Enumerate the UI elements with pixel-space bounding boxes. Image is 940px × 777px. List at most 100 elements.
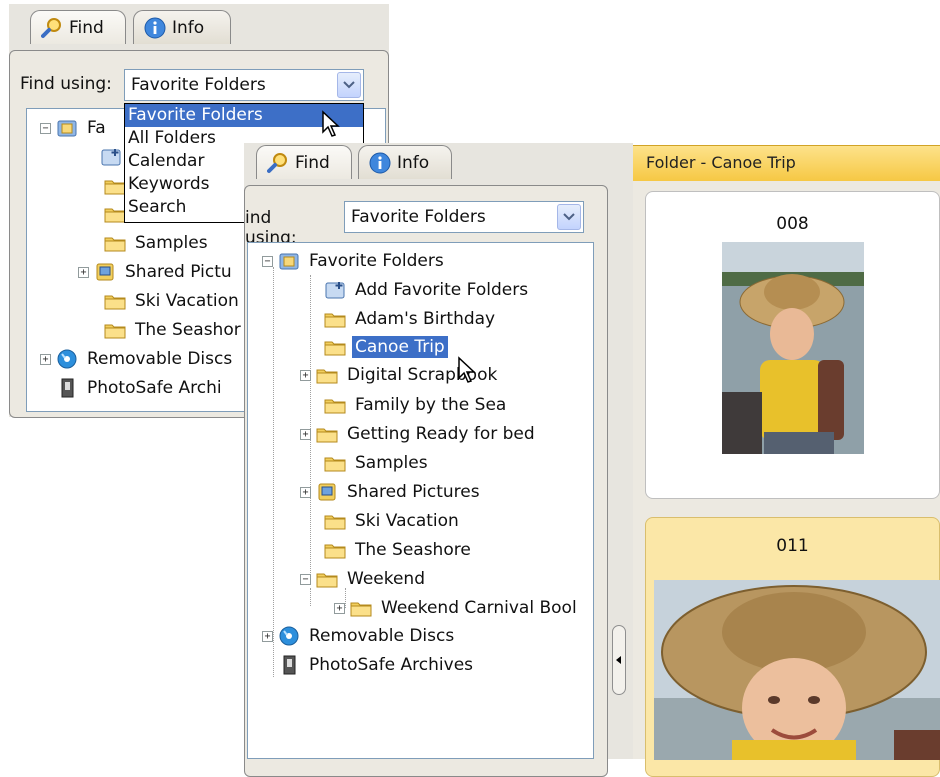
mouse-cursor-icon: [322, 110, 340, 137]
add-favorite-folders-icon: [324, 280, 346, 300]
tree-shared-pictures-label: Shared Pictures: [347, 482, 480, 502]
tree-favorite-folders-label: Favorite Folders: [309, 251, 444, 271]
folder-icon: [324, 395, 346, 415]
tree-item-family-by-the-sea[interactable]: Family by the Sea: [324, 392, 509, 418]
tree-item-add-favorite-folders[interactable]: Add Favorite Folders: [324, 277, 531, 303]
back-find-using-value: Favorite Folders: [131, 75, 266, 95]
back-tree-item-shared[interactable]: + Shared Pictu: [78, 259, 235, 285]
shared-pictures-icon: [94, 262, 116, 282]
collapse-icon[interactable]: −: [300, 573, 311, 585]
folder-icon: [324, 337, 346, 357]
folder-icon: [104, 233, 126, 253]
back-tree-ski-label: Ski Vacation: [135, 291, 239, 311]
expand-icon[interactable]: +: [300, 486, 311, 498]
photo-card[interactable]: 008: [645, 191, 940, 499]
tree-removable-discs-label: Removable Discs: [309, 626, 455, 646]
tree-item-removable-discs[interactable]: + Removable Discs: [262, 623, 457, 649]
folder-icon: [324, 540, 346, 560]
tree-getting-ready-label: Getting Ready for bed: [347, 424, 535, 444]
add-favorite-folders-icon: [100, 147, 122, 167]
tree-photosafe-label: PhotoSafe Archives: [309, 655, 474, 675]
photosafe-icon: [56, 378, 78, 398]
back-tab-info-label: Info: [172, 17, 205, 38]
tree-weekend-label: Weekend: [347, 569, 425, 589]
collapse-icon[interactable]: −: [40, 122, 51, 134]
photo-thumbnail: [722, 242, 864, 454]
back-tab-find-label: Find: [69, 17, 104, 38]
front-find-using-combo[interactable]: Favorite Folders: [344, 201, 584, 233]
tree-ski-vacation-label: Ski Vacation: [355, 511, 459, 531]
back-tree-item-ski[interactable]: Ski Vacation: [104, 288, 242, 314]
tree-samples-label: Samples: [355, 453, 428, 473]
tree-adams-birthday-label: Adam's Birthday: [355, 309, 496, 329]
folder-icon: [316, 569, 338, 589]
mouse-cursor-icon: [458, 356, 476, 383]
magnifier-icon: [267, 152, 289, 174]
folder-icon: [324, 453, 346, 473]
tree-item-weekend-carnival[interactable]: + Weekend Carnival Bool: [334, 595, 580, 621]
shared-pictures-icon: [316, 482, 338, 502]
tree-item-getting-ready[interactable]: + Getting Ready for bed: [300, 421, 538, 447]
tree-seashore-label: The Seashore: [355, 540, 471, 560]
back-tab-info[interactable]: Info: [133, 10, 231, 44]
expand-icon[interactable]: +: [78, 266, 89, 278]
back-tree-item-samples[interactable]: Samples: [104, 230, 211, 256]
folder-icon: [104, 320, 126, 340]
back-tree-root[interactable]: − Fa: [40, 115, 109, 141]
back-tree-item-removable[interactable]: + Removable Discs: [40, 346, 235, 372]
photo-number: 008: [776, 214, 809, 234]
back-tree-removable-label: Removable Discs: [87, 349, 233, 369]
expand-icon[interactable]: +: [40, 353, 51, 365]
photosafe-icon: [278, 655, 300, 675]
front-tab-find[interactable]: Find: [256, 145, 352, 179]
expand-icon[interactable]: +: [300, 369, 311, 381]
folder-icon: [104, 176, 126, 196]
front-find-using-value: Favorite Folders: [351, 207, 486, 227]
chevron-down-icon[interactable]: [557, 204, 581, 230]
triangle-left-icon: [616, 656, 621, 664]
tree-item-weekend[interactable]: − Weekend: [300, 566, 428, 592]
expand-icon[interactable]: +: [262, 630, 273, 642]
back-find-using-label: Find using:: [20, 74, 112, 94]
magnifier-icon: [41, 17, 63, 39]
tree-item-ski-vacation[interactable]: Ski Vacation: [324, 508, 462, 534]
front-tab-info[interactable]: Info: [358, 145, 452, 179]
tree-item-canoe-trip[interactable]: Canoe Trip: [324, 334, 448, 360]
tree-item-favorite-folders[interactable]: − Favorite Folders: [262, 248, 447, 274]
photo-card-selected[interactable]: 011: [645, 517, 940, 777]
tree-weekend-carnival-label: Weekend Carnival Bool: [381, 598, 577, 618]
back-tree-item-seashore[interactable]: The Seashor: [104, 317, 244, 343]
back-tree-photosafe-label: PhotoSafe Archi: [87, 378, 222, 398]
expand-icon[interactable]: +: [334, 602, 345, 614]
folder-icon: [350, 598, 372, 618]
back-tree-samples-label: Samples: [135, 233, 208, 253]
back-tab-find[interactable]: Find: [30, 10, 126, 44]
tree-family-label: Family by the Sea: [355, 395, 507, 415]
disc-icon: [278, 626, 300, 646]
tree-item-shared-pictures[interactable]: + Shared Pictures: [300, 479, 483, 505]
tree-item-adams-birthday[interactable]: Adam's Birthday: [324, 306, 498, 332]
front-tab-info-label: Info: [397, 152, 430, 173]
tree-item-the-seashore[interactable]: The Seashore: [324, 537, 474, 563]
folder-icon: [104, 291, 126, 311]
photo-grid[interactable]: 008 011: [633, 181, 940, 777]
back-tree-root-label: Fa: [87, 118, 106, 138]
back-tree-item-photosafe[interactable]: PhotoSafe Archi: [56, 375, 225, 401]
chevron-down-icon[interactable]: [337, 72, 361, 98]
info-icon: [144, 17, 166, 39]
collapse-icon[interactable]: −: [262, 255, 273, 267]
back-tree-seashore-label: The Seashor: [135, 320, 241, 340]
disc-icon: [56, 349, 78, 369]
folder-icon: [104, 204, 126, 224]
photo-number: 011: [776, 536, 809, 556]
folder-icon: [316, 424, 338, 444]
pane-collapse-handle[interactable]: [612, 625, 626, 695]
folder-icon: [324, 511, 346, 531]
tree-item-photosafe[interactable]: PhotoSafe Archives: [278, 652, 476, 678]
folder-title-bar: Folder - Canoe Trip: [633, 145, 940, 181]
photo-thumbnail: [654, 580, 940, 760]
tree-item-samples[interactable]: Samples: [324, 450, 431, 476]
back-find-using-combo[interactable]: Favorite Folders: [124, 69, 364, 101]
expand-icon[interactable]: +: [300, 428, 311, 440]
folder-icon: [324, 309, 346, 329]
